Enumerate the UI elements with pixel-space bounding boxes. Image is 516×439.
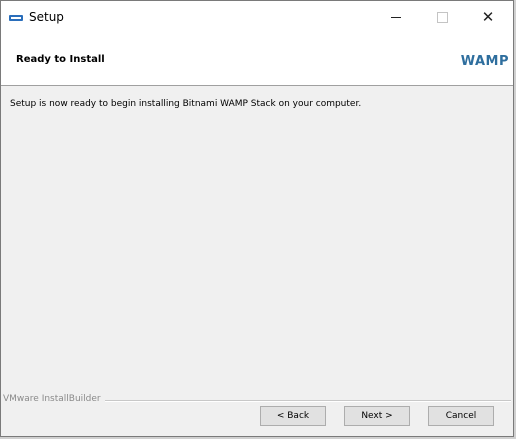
back-button[interactable]: < Back [260,406,326,426]
setup-window: Setup ✕ Ready to Install WAMP Setup is n… [0,0,514,437]
window-title: Setup [29,10,64,24]
title-bar[interactable]: Setup ✕ [1,1,513,37]
maximize-button[interactable] [419,1,465,33]
page-title: Ready to Install [16,54,105,65]
footer-divider [105,400,511,402]
next-button[interactable]: Next > [344,406,410,426]
cancel-button[interactable]: Cancel [428,406,494,426]
maximize-icon [436,11,448,23]
ready-message: Setup is now ready to begin installing B… [10,99,362,109]
close-button[interactable]: ✕ [465,1,511,33]
minimize-icon [391,16,401,18]
close-icon: ✕ [481,7,495,26]
minimize-button[interactable] [373,1,419,33]
wamp-logo: WAMP [460,54,509,69]
app-icon [9,15,23,21]
wizard-header: Ready to Install WAMP [1,37,513,86]
installer-brand: VMware InstallBuilder [3,394,101,404]
